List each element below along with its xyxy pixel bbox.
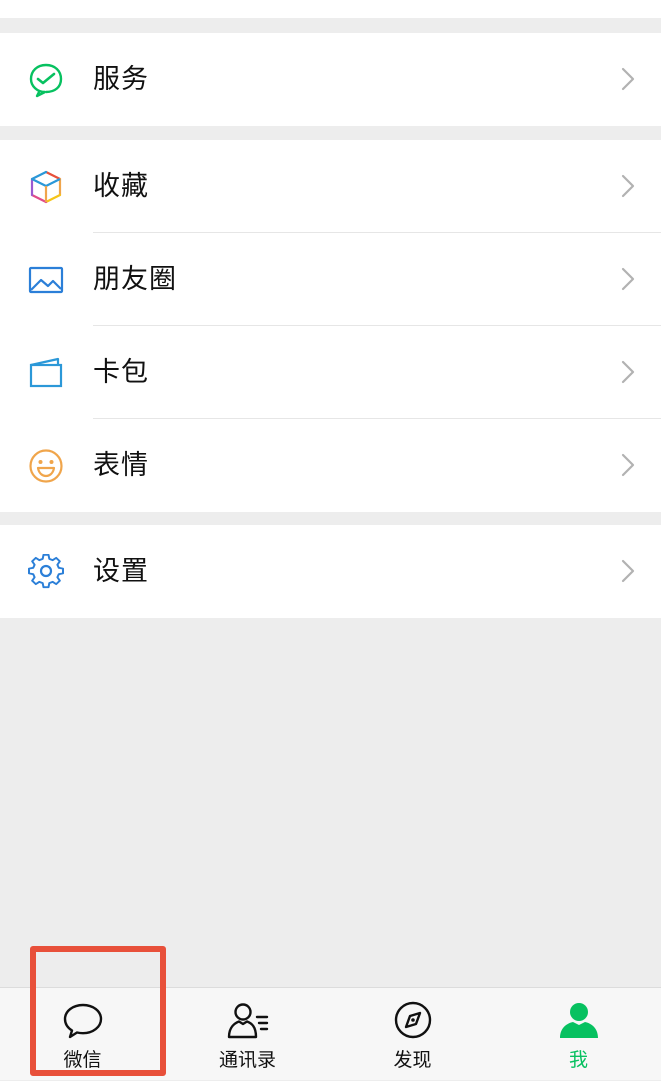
smiley-icon — [28, 448, 64, 484]
card-wallet-icon — [28, 355, 64, 391]
menu-item-favorites[interactable]: 收藏 — [0, 140, 661, 233]
compass-icon — [394, 1001, 431, 1039]
tab-me[interactable]: 我 — [496, 988, 661, 1081]
wechat-pay-icon — [28, 62, 64, 98]
gear-icon — [28, 554, 64, 590]
chevron-right-icon — [621, 360, 635, 384]
menu-item-label: 收藏 — [93, 171, 149, 202]
chevron-right-icon — [621, 559, 635, 583]
chevron-right-icon — [621, 174, 635, 198]
chevron-right-icon — [621, 67, 635, 91]
tab-label: 发现 — [393, 1049, 432, 1071]
menu-item-label: 表情 — [93, 450, 149, 481]
menu-item-label: 朋友圈 — [93, 264, 177, 295]
tab-label: 通讯录 — [218, 1049, 276, 1071]
menu-item-label: 卡包 — [93, 357, 149, 388]
menu-item-moments[interactable]: 朋友圈 — [0, 233, 661, 326]
picture-icon — [28, 262, 64, 298]
tab-label: 我 — [568, 1049, 588, 1071]
menu-item-settings[interactable]: 设置 — [0, 525, 661, 618]
menu-item-services[interactable]: 服务 — [0, 33, 661, 126]
contacts-icon — [227, 1003, 268, 1039]
highlight-annotation — [30, 946, 166, 1076]
menu-item-cards[interactable]: 卡包 — [0, 326, 661, 419]
menu-item-label: 服务 — [93, 64, 149, 95]
tab-contacts[interactable]: 通讯录 — [165, 988, 330, 1081]
cube-icon — [28, 169, 64, 205]
person-icon — [559, 1003, 598, 1038]
chevron-right-icon — [621, 267, 635, 291]
features-group: 收藏 朋友圈 卡包 表情 — [0, 140, 661, 512]
top-card-edge — [0, 0, 661, 18]
services-group: 服务 — [0, 33, 661, 126]
settings-group: 设置 — [0, 525, 661, 618]
tab-discover[interactable]: 发现 — [330, 988, 495, 1081]
menu-item-label: 设置 — [93, 556, 149, 587]
menu-item-stickers[interactable]: 表情 — [0, 419, 661, 512]
chevron-right-icon — [621, 453, 635, 477]
